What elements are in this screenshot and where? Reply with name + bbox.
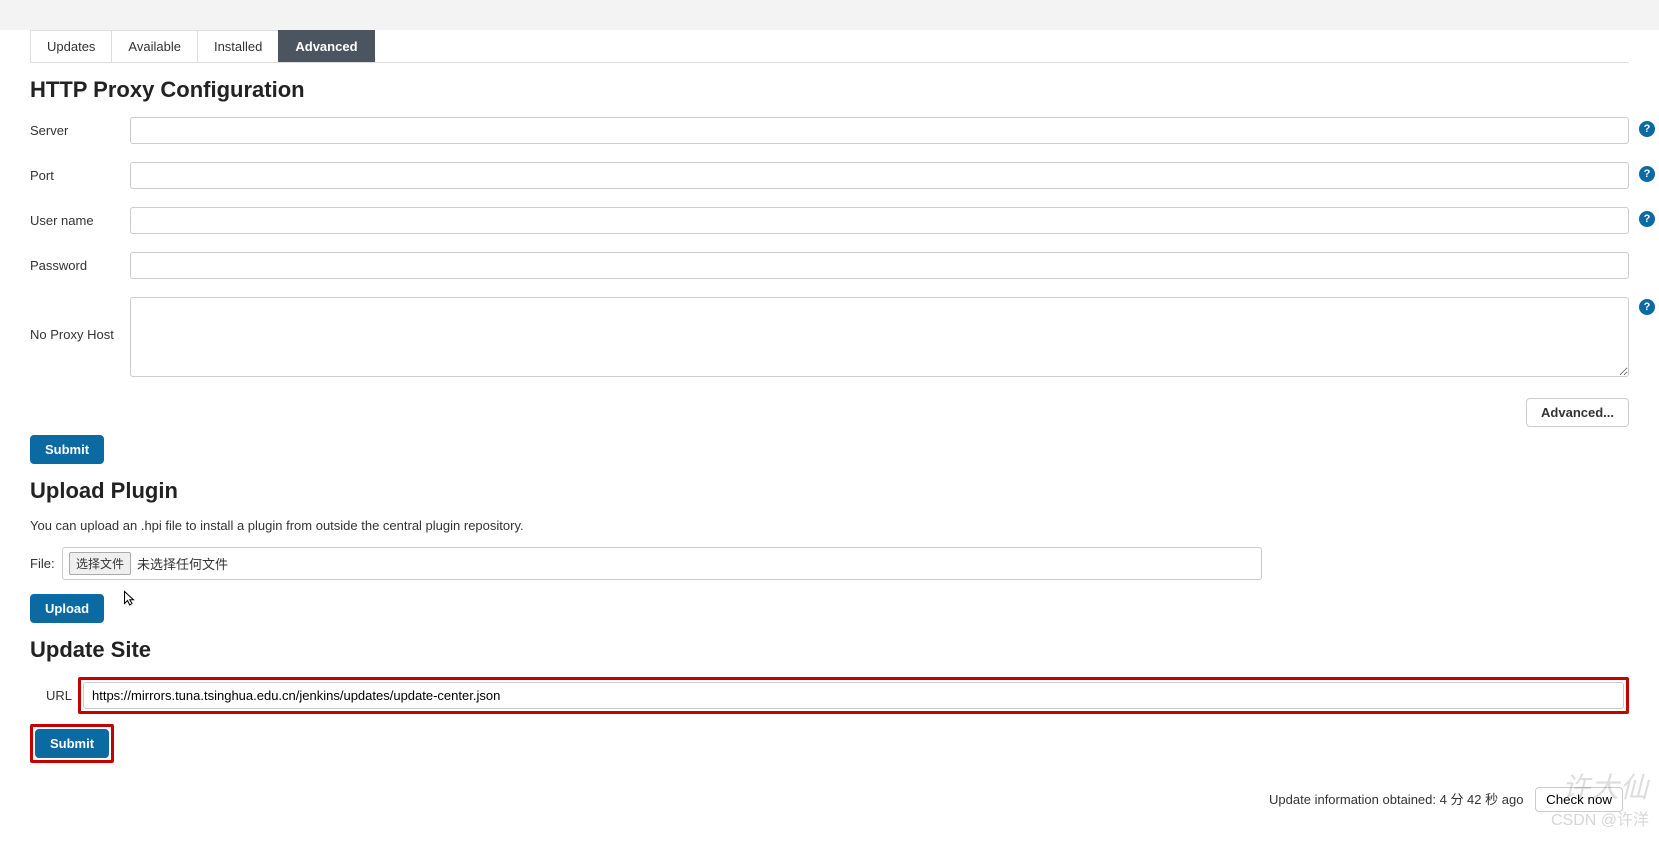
tab-advanced[interactable]: Advanced: [278, 30, 374, 62]
upload-description: You can upload an .hpi file to install a…: [30, 518, 1629, 533]
tab-installed[interactable]: Installed: [197, 30, 279, 62]
port-label: Port: [30, 168, 130, 183]
url-input[interactable]: [83, 682, 1624, 709]
noproxy-label: No Proxy Host: [30, 297, 130, 342]
help-icon[interactable]: ?: [1639, 211, 1655, 227]
help-icon[interactable]: ?: [1639, 299, 1655, 315]
url-highlight: [78, 677, 1629, 714]
update-site-submit-button[interactable]: Submit: [35, 729, 109, 758]
help-icon[interactable]: ?: [1639, 121, 1655, 137]
submit-highlight: Submit: [30, 724, 114, 763]
noproxy-input[interactable]: [130, 297, 1629, 377]
choose-file-button[interactable]: 选择文件: [69, 552, 131, 575]
file-status: 未选择任何文件: [137, 554, 228, 573]
file-input-box[interactable]: 选择文件 未选择任何文件: [62, 547, 1262, 580]
port-input[interactable]: [130, 162, 1629, 189]
proxy-submit-button[interactable]: Submit: [30, 435, 104, 464]
upload-button[interactable]: Upload: [30, 594, 104, 623]
update-info-text: Update information obtained: 4 分 42 秒 ag…: [1269, 792, 1523, 807]
server-input[interactable]: [130, 117, 1629, 144]
tabs: Updates Available Installed Advanced: [30, 30, 1629, 63]
password-label: Password: [30, 258, 130, 273]
check-now-button[interactable]: Check now: [1535, 787, 1623, 812]
proxy-title: HTTP Proxy Configuration: [30, 77, 1629, 103]
advanced-button[interactable]: Advanced...: [1526, 398, 1629, 427]
update-site-title: Update Site: [30, 637, 1629, 663]
server-label: Server: [30, 123, 130, 138]
username-input[interactable]: [130, 207, 1629, 234]
cursor-icon: [120, 588, 138, 610]
password-input[interactable]: [130, 252, 1629, 279]
tab-available[interactable]: Available: [111, 30, 198, 62]
upload-title: Upload Plugin: [30, 478, 1629, 504]
file-label: File:: [30, 556, 62, 571]
url-label: URL: [30, 688, 78, 703]
username-label: User name: [30, 213, 130, 228]
help-icon[interactable]: ?: [1639, 166, 1655, 182]
tab-updates[interactable]: Updates: [30, 30, 112, 62]
